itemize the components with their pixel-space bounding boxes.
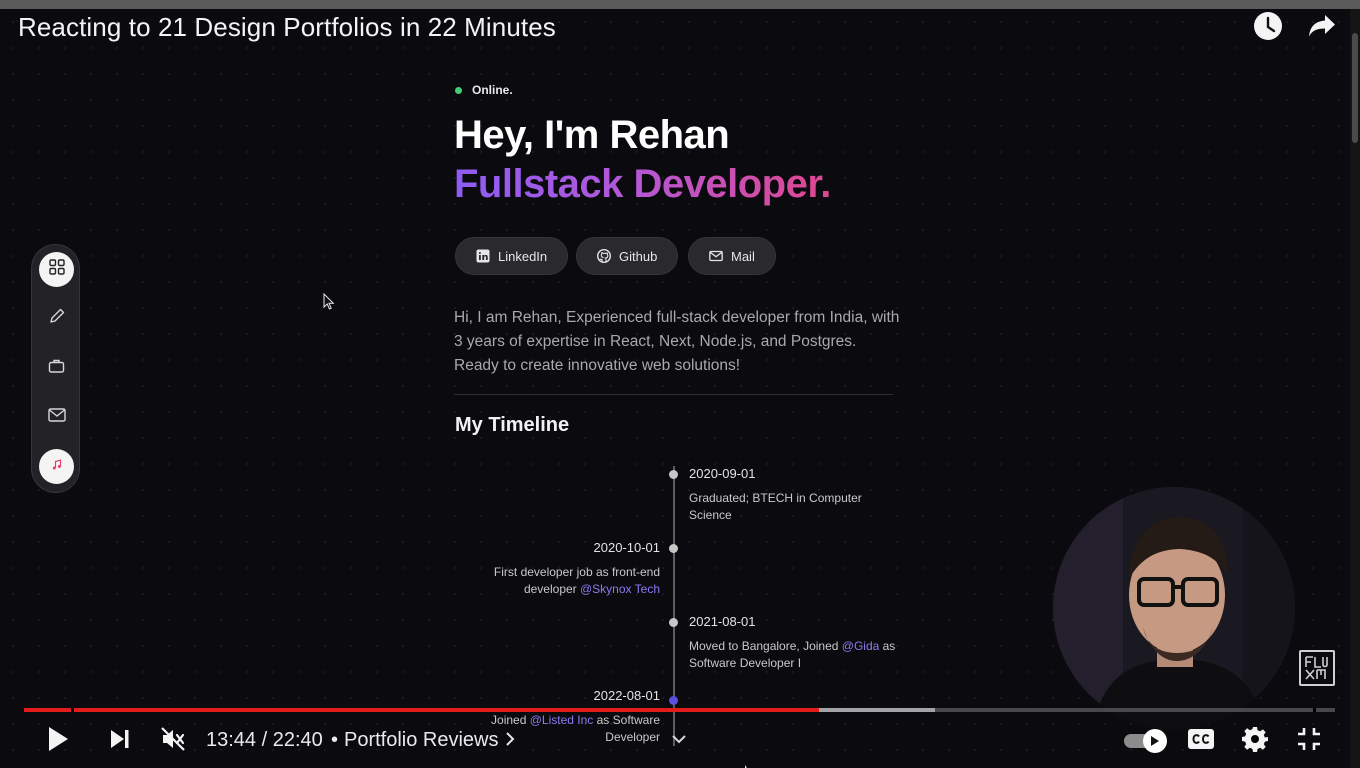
gear-icon bbox=[1242, 726, 1268, 757]
page-scrollbar[interactable] bbox=[1350, 9, 1360, 768]
hero-greeting: Hey, I'm Rehan bbox=[454, 113, 730, 158]
skip-next-icon bbox=[109, 728, 131, 755]
scroll-down-chevron-icon[interactable] bbox=[672, 731, 686, 749]
video-title[interactable]: Reacting to 21 Design Portfolios in 22 M… bbox=[18, 12, 556, 43]
side-dock bbox=[31, 244, 80, 493]
hero-role: Fullstack Developer. bbox=[454, 162, 831, 206]
chapter-separator: • bbox=[331, 729, 339, 751]
cursor-icon bbox=[744, 760, 752, 768]
timeline-date: 2020-10-01 bbox=[593, 540, 661, 555]
dock-briefcase-button[interactable] bbox=[39, 351, 74, 386]
github-icon bbox=[597, 249, 611, 263]
online-status-label: Online. bbox=[472, 83, 513, 97]
timeline-text: Moved to Bangalore, Joined bbox=[689, 639, 842, 653]
mail-button[interactable]: Mail bbox=[688, 237, 776, 275]
autoplay-toggle-icon bbox=[1143, 729, 1167, 753]
timeline-date: 2022-08-01 bbox=[593, 688, 661, 703]
exit-fullscreen-button[interactable] bbox=[1292, 724, 1326, 758]
window-top-bar bbox=[0, 0, 1360, 9]
dock-pencil-button[interactable] bbox=[39, 301, 74, 336]
chapter-marker bbox=[71, 708, 74, 712]
time-display: 13:44 / 22:40 bbox=[206, 729, 323, 751]
timeline-dot bbox=[669, 618, 678, 627]
timeline-dot-active bbox=[669, 696, 678, 705]
scrollbar-thumb[interactable] bbox=[1352, 33, 1358, 143]
hero-name: Rehan bbox=[609, 113, 730, 157]
bio-paragraph: Hi, I am Rehan, Experienced full-stack d… bbox=[454, 309, 900, 374]
company-link[interactable]: @Listed Inc bbox=[530, 713, 594, 727]
video-frame[interactable]: Online. Hey, I'm Rehan Fullstack Develop… bbox=[0, 9, 1350, 768]
cc-icon bbox=[1187, 728, 1215, 755]
share-button[interactable] bbox=[1304, 10, 1340, 46]
grid-icon bbox=[48, 259, 65, 280]
next-button[interactable] bbox=[103, 724, 137, 758]
flux-watermark-logo bbox=[1299, 650, 1335, 686]
timeline-heading: My Timeline bbox=[455, 414, 570, 436]
timeline-text: Joined bbox=[491, 713, 530, 727]
dock-grid-button[interactable] bbox=[39, 252, 74, 287]
chevron-right-icon bbox=[505, 729, 515, 752]
timeline-dot bbox=[669, 470, 678, 479]
timeline-date: 2021-08-01 bbox=[689, 614, 756, 629]
mail-label: Mail bbox=[731, 248, 755, 264]
dock-mail-button[interactable] bbox=[39, 400, 74, 435]
timeline-description: Moved to Bangalore, Joined @Gida as Soft… bbox=[689, 638, 899, 672]
timeline-dot bbox=[669, 544, 678, 553]
section-divider bbox=[454, 394, 893, 395]
clock-icon bbox=[1253, 11, 1283, 46]
share-arrow-icon bbox=[1307, 13, 1337, 44]
timeline-text: as Software Developer bbox=[593, 713, 660, 744]
webcam-overlay bbox=[1053, 487, 1295, 729]
online-status: Online. bbox=[455, 83, 513, 97]
webcam-person-image bbox=[1053, 487, 1295, 729]
timeline-description: First developer job as front-end develop… bbox=[460, 564, 660, 598]
linkedin-icon bbox=[476, 249, 490, 263]
dock-music-button[interactable] bbox=[39, 449, 74, 484]
mail-icon bbox=[47, 408, 66, 427]
timeline-date: 2020-09-01 bbox=[689, 466, 756, 481]
chapter-button[interactable]: Portfolio Reviews bbox=[344, 729, 515, 752]
github-label: Github bbox=[619, 248, 658, 264]
pencil-icon bbox=[48, 307, 66, 330]
cursor-icon bbox=[323, 292, 335, 315]
linkedin-button[interactable]: LinkedIn bbox=[455, 237, 569, 275]
music-note-icon bbox=[51, 458, 63, 476]
hero-greeting-prefix: Hey, I'm bbox=[454, 113, 610, 157]
autoplay-toggle[interactable] bbox=[1124, 728, 1168, 754]
chapter-marker bbox=[1313, 708, 1316, 712]
company-link[interactable]: @Gida bbox=[842, 639, 880, 653]
captions-button[interactable] bbox=[1184, 724, 1218, 758]
briefcase-icon bbox=[48, 358, 65, 379]
linkedin-label: LinkedIn bbox=[498, 248, 548, 264]
exit-fullscreen-icon bbox=[1297, 727, 1321, 756]
mail-icon bbox=[709, 249, 723, 263]
progress-bar-played[interactable] bbox=[24, 708, 819, 712]
watch-later-button[interactable] bbox=[1250, 10, 1286, 46]
chapter-title: Portfolio Reviews bbox=[344, 729, 499, 751]
play-button[interactable] bbox=[41, 724, 75, 758]
play-icon bbox=[47, 726, 69, 757]
settings-button[interactable] bbox=[1238, 724, 1272, 758]
timeline-description: Graduated; BTECH in Computer Science bbox=[689, 491, 862, 522]
muted-speaker-icon bbox=[160, 726, 186, 757]
github-button[interactable]: Github bbox=[576, 237, 679, 275]
mute-button[interactable] bbox=[156, 724, 190, 758]
progress-bar-buffered bbox=[819, 708, 935, 712]
online-dot-icon bbox=[455, 86, 462, 94]
company-link[interactable]: @Skynox Tech bbox=[580, 582, 660, 596]
